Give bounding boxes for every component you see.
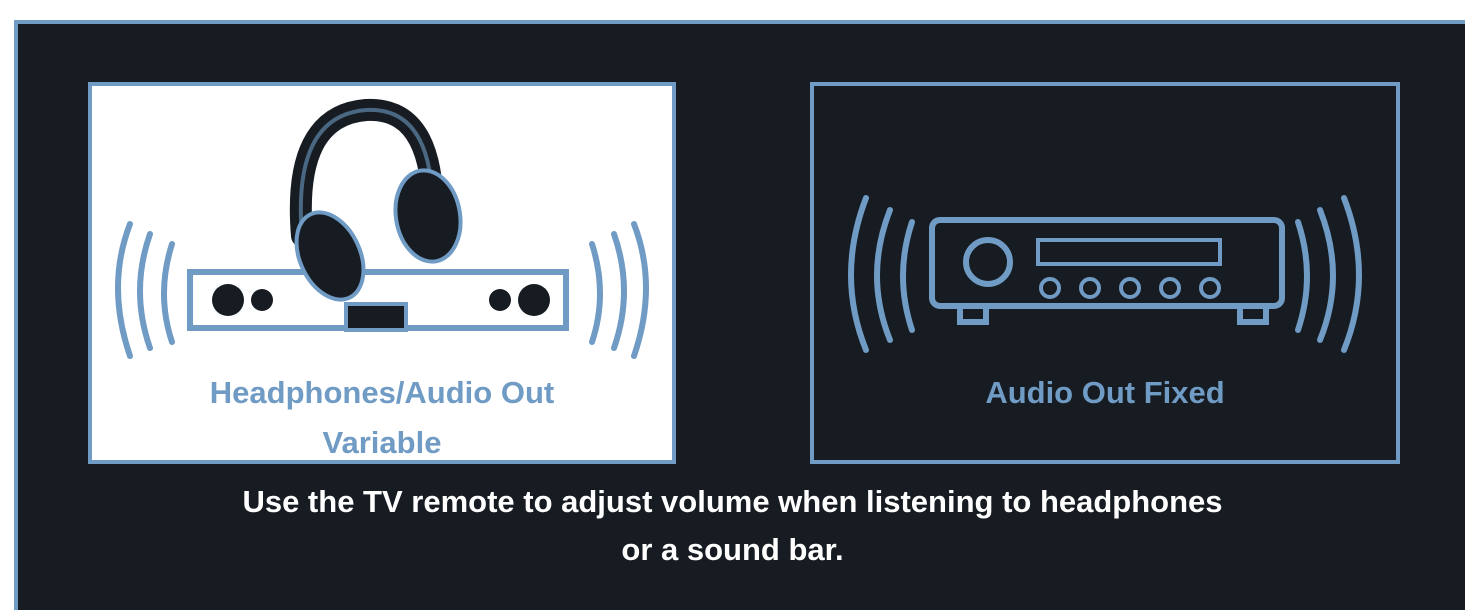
- hint-line2: or a sound bar.: [621, 532, 844, 567]
- option-label-line1: Audio Out Fixed: [985, 375, 1225, 410]
- hint-line1: Use the TV remote to adjust volume when …: [242, 484, 1223, 519]
- option-audio-out-fixed[interactable]: Audio Out Fixed: [810, 82, 1400, 464]
- option-label: Audio Out Fixed: [814, 368, 1396, 418]
- volume-hint-text: Use the TV remote to adjust volume when …: [0, 478, 1465, 574]
- option-label: Headphones/Audio Out Variable: [92, 368, 672, 468]
- option-headphones-audio-out-variable[interactable]: Headphones/Audio Out Variable: [88, 82, 676, 464]
- option-label-line1: Headphones/Audio Out: [209, 375, 555, 410]
- option-label-line2: Variable: [322, 425, 442, 460]
